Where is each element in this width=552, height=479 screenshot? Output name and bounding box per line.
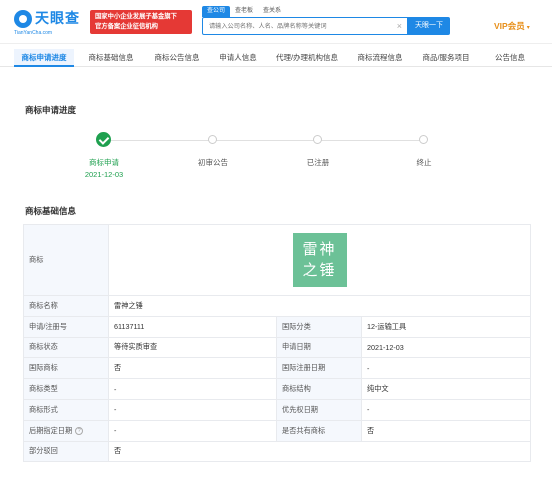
clear-icon[interactable]: × bbox=[397, 20, 402, 32]
field-value: 等待实质审查 bbox=[108, 336, 277, 359]
table-row: 后期指定日期? - 是否共有商标 否 bbox=[23, 419, 532, 442]
search-type-tabs: 查公司 查老板 查关系 bbox=[202, 6, 286, 17]
field-value: - bbox=[108, 378, 277, 400]
field-label: 商标状态 bbox=[23, 336, 109, 359]
banner-line1: 国家中小企业发展子基金旗下 bbox=[95, 13, 177, 20]
trademark-image-line2: 之锤 bbox=[302, 261, 337, 279]
tab-applicant-info[interactable]: 申请人信息 bbox=[214, 49, 262, 67]
step-done-check-icon bbox=[96, 132, 111, 147]
field-label: 国际分类 bbox=[276, 315, 362, 338]
logo-text: 天眼查 bbox=[35, 10, 80, 26]
field-label: 商标结构 bbox=[276, 378, 362, 400]
field-label: 部分驳回 bbox=[23, 440, 109, 463]
step-pending-dot-icon bbox=[419, 135, 428, 144]
field-value: 否 bbox=[108, 357, 277, 380]
step-label-registered: 已注册 bbox=[306, 158, 330, 167]
field-value: 2021-12-03 bbox=[360, 336, 532, 359]
step-label-prelim: 初审公告 bbox=[198, 158, 228, 167]
field-value: 纯中文 bbox=[360, 378, 532, 400]
trademark-image[interactable]: 雷神 之锤 bbox=[292, 233, 347, 287]
field-value: - bbox=[108, 398, 277, 421]
field-value: - bbox=[360, 357, 532, 380]
field-label-with-help: 后期指定日期? bbox=[23, 419, 109, 442]
step-pending-dot-icon bbox=[208, 135, 217, 144]
tab-goods-services[interactable]: 商品/服务项目 bbox=[418, 49, 474, 67]
field-label: 优先权日期 bbox=[276, 398, 362, 421]
field-value: - bbox=[108, 419, 277, 442]
table-row: 国际商标 否 国际注册日期 - bbox=[23, 357, 532, 380]
tab-basic-info[interactable]: 商标基础信息 bbox=[84, 49, 138, 67]
step-label-terminated: 终止 bbox=[416, 158, 432, 167]
field-value: 61137111 bbox=[108, 315, 277, 338]
field-label: 申请日期 bbox=[276, 336, 362, 359]
field-value: 雷神之锤 bbox=[107, 295, 532, 317]
search-tab-relation[interactable]: 查关系 bbox=[258, 6, 286, 17]
section-tabs: 商标申请进度 商标基础信息 商标公告信息 申请人信息 代理/办理机构信息 商标流… bbox=[0, 49, 552, 67]
field-value: 12-运输工具 bbox=[360, 315, 532, 338]
trademark-info-table: 商标 雷神 之锤 商标名称 雷神之锤 申请/注册号 61137111 国际分类 … bbox=[23, 224, 532, 463]
field-label: 商标类型 bbox=[23, 378, 109, 400]
progress-track bbox=[104, 140, 424, 141]
table-row: 部分驳回 否 bbox=[23, 440, 532, 463]
table-row: 商标名称 雷神之锤 bbox=[23, 295, 532, 317]
table-row: 商标 雷神 之锤 bbox=[23, 224, 532, 296]
table-row: 商标状态 等待实质审查 申请日期 2021-12-03 bbox=[23, 336, 532, 359]
field-label: 商标 bbox=[23, 224, 109, 296]
promo-banner[interactable]: 国家中小企业发展子基金旗下 官方备案企业征信机构 bbox=[90, 10, 192, 34]
chevron-down-icon: ▾ bbox=[526, 25, 530, 31]
vip-menu[interactable]: VIP会员 ▾ bbox=[494, 20, 530, 32]
field-value: - bbox=[360, 398, 532, 421]
logo-eye-icon bbox=[14, 10, 32, 28]
help-icon[interactable]: ? bbox=[75, 426, 84, 435]
step-date-applied: 2021-12-03 bbox=[84, 170, 124, 179]
tab-application-progress[interactable]: 商标申请进度 bbox=[14, 49, 74, 67]
tab-announcement-info[interactable]: 商标公告信息 bbox=[148, 49, 206, 67]
table-row: 商标形式 - 优先权日期 - bbox=[23, 398, 532, 421]
tab-process-info[interactable]: 商标流程信息 bbox=[352, 49, 408, 67]
step-label-applied: 商标申请 bbox=[89, 158, 119, 167]
search-tab-company[interactable]: 查公司 bbox=[202, 6, 231, 17]
field-label: 国际注册日期 bbox=[276, 357, 362, 380]
logo-subtext: TianYanCha.com bbox=[14, 30, 53, 36]
top-header: 天眼查 TianYanCha.com 国家中小企业发展子基金旗下 官方备案企业征… bbox=[0, 0, 552, 44]
field-value: 否 bbox=[107, 440, 532, 463]
site-logo[interactable]: 天眼查 TianYanCha.com bbox=[14, 8, 79, 36]
table-row: 申请/注册号 61137111 国际分类 12-运输工具 bbox=[23, 315, 532, 338]
field-label: 商标名称 bbox=[23, 295, 109, 317]
search-button[interactable]: 天眼一下 bbox=[408, 17, 450, 35]
field-label: 商标形式 bbox=[23, 398, 109, 421]
field-label: 后期指定日期 bbox=[29, 425, 73, 435]
field-label: 申请/注册号 bbox=[23, 315, 109, 338]
table-row: 商标类型 - 商标结构 纯中文 bbox=[23, 378, 532, 400]
search-box: × bbox=[202, 17, 408, 35]
field-value: 否 bbox=[360, 419, 532, 442]
progress-section-title: 商标申请进度 bbox=[25, 105, 77, 115]
step-pending-dot-icon bbox=[313, 135, 322, 144]
search-input[interactable] bbox=[203, 18, 383, 34]
field-label: 国际商标 bbox=[23, 357, 109, 380]
basic-section-title: 商标基础信息 bbox=[25, 206, 77, 216]
tab-notice-info[interactable]: 公告信息 bbox=[490, 49, 530, 67]
tab-agency-info[interactable]: 代理/办理机构信息 bbox=[270, 49, 344, 67]
trademark-image-line1: 雷神 bbox=[302, 240, 337, 258]
trademark-image-cell: 雷神 之锤 bbox=[107, 224, 532, 296]
field-label: 是否共有商标 bbox=[276, 419, 362, 442]
search-tab-boss[interactable]: 查老板 bbox=[230, 6, 258, 17]
vip-label: VIP会员 bbox=[494, 21, 525, 31]
banner-line2: 官方备案企业征信机构 bbox=[95, 22, 158, 30]
